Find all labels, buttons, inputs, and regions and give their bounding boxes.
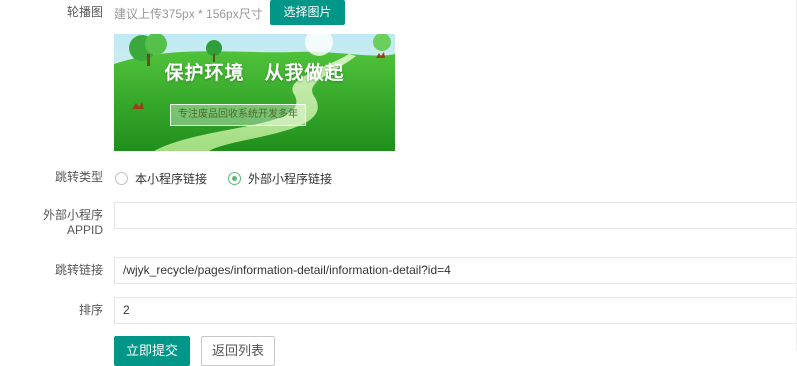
- back-to-list-button[interactable]: 返回列表: [201, 336, 275, 366]
- carousel-size-hint: 建议上传375px * 156px尺寸: [114, 7, 263, 21]
- carousel-banner-image: 保护环境 从我做起 专注废品回收系统开发多年: [114, 34, 395, 151]
- jump-link-input[interactable]: /wjyk_recycle/pages/information-detail/i…: [114, 257, 797, 284]
- radio-external-link[interactable]: 外部小程序链接: [228, 170, 332, 187]
- radio-internal-link[interactable]: 本小程序链接: [115, 170, 207, 187]
- radio-external-link-label: 外部小程序链接: [248, 172, 333, 186]
- sort-input[interactable]: 2: [114, 297, 797, 324]
- radio-internal-link-label: 本小程序链接: [135, 172, 208, 186]
- external-appid-label-line1: 外部小程序: [42, 208, 103, 222]
- banner-illustration: [114, 34, 395, 151]
- carousel-label: 轮播图: [66, 5, 103, 19]
- banner-title: 保护环境 从我做起: [164, 62, 345, 84]
- sort-label: 排序: [78, 303, 103, 317]
- banner-tagline: 专注废品回收系统开发多年: [170, 104, 306, 126]
- radio-circle-icon: [115, 172, 128, 185]
- jump-type-label: 跳转类型: [54, 170, 103, 184]
- jump-link-label: 跳转链接: [54, 263, 103, 277]
- select-image-button[interactable]: 选择图片: [270, 0, 345, 25]
- submit-button[interactable]: 立即提交: [114, 336, 190, 366]
- radio-checked-icon: [228, 172, 241, 185]
- external-appid-input[interactable]: [114, 202, 797, 229]
- external-appid-label-line2: APPID: [66, 223, 103, 237]
